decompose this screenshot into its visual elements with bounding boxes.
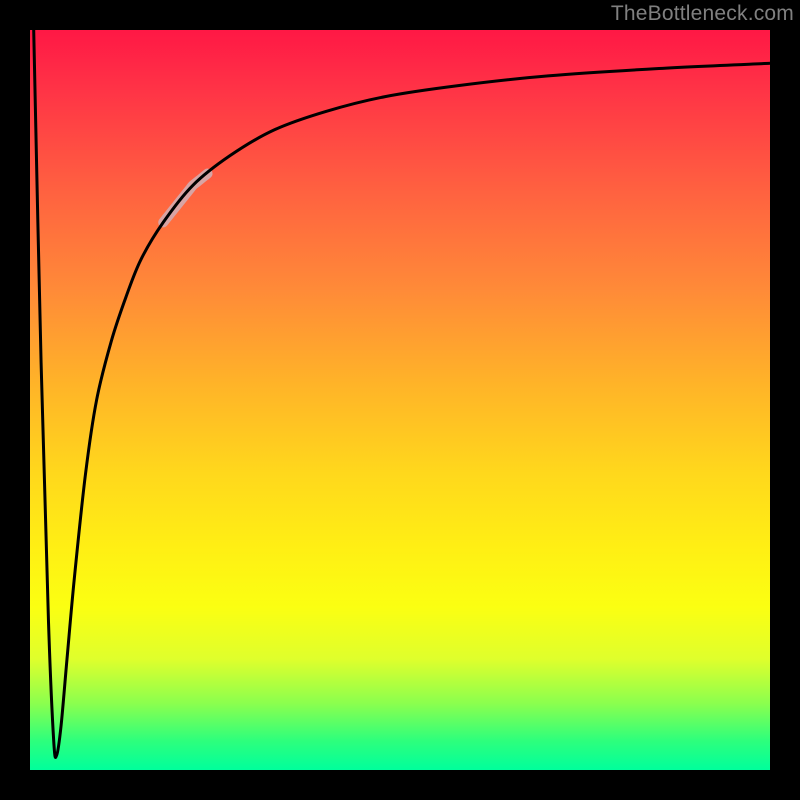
plot-background: [30, 30, 770, 770]
watermark-text: TheBottleneck.com: [611, 2, 794, 26]
bottleneck-curve: [34, 30, 770, 757]
plot-svg: [30, 30, 770, 770]
